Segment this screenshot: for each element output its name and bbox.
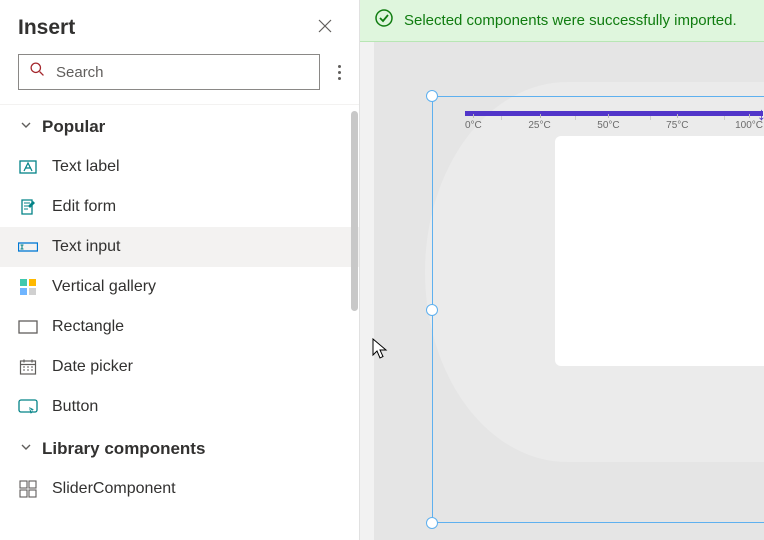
resize-handle-tl[interactable] <box>426 90 438 102</box>
component-icon <box>18 479 38 499</box>
tick-label: 50°C <box>597 120 619 131</box>
item-slider-component[interactable]: SliderComponent <box>0 469 359 509</box>
item-vertical-gallery[interactable]: Vertical gallery <box>0 267 359 307</box>
resize-handle-ml[interactable] <box>426 304 438 316</box>
section-label: Library components <box>42 439 205 459</box>
text-label-icon <box>18 157 38 177</box>
item-text-input[interactable]: Text input <box>0 227 359 267</box>
rectangle-icon <box>18 317 38 337</box>
edit-form-icon <box>18 197 38 217</box>
item-label: Vertical gallery <box>52 278 156 296</box>
chevron-down-icon <box>20 440 32 458</box>
vertical-gallery-icon <box>18 277 38 297</box>
section-library[interactable]: Library components <box>0 427 359 469</box>
chevron-down-icon <box>20 118 32 136</box>
item-label: Rectangle <box>52 318 124 336</box>
section-label: Popular <box>42 117 105 137</box>
item-label: SliderComponent <box>52 480 176 498</box>
tick-label: 75°C <box>666 120 688 131</box>
mouse-cursor-icon <box>372 338 390 365</box>
success-banner: Selected components were successfully im… <box>360 0 764 42</box>
tick-label: 100°C <box>735 120 763 131</box>
scrollbar[interactable] <box>351 111 358 311</box>
item-label: Date picker <box>52 358 133 376</box>
success-check-icon <box>374 8 394 33</box>
item-edit-form[interactable]: Edit form <box>0 187 359 227</box>
item-label: Text input <box>52 238 120 256</box>
insert-list: Popular Text label Edit form Text input <box>0 104 359 540</box>
text-input-icon <box>18 237 38 257</box>
date-picker-icon <box>18 357 38 377</box>
item-date-picker[interactable]: Date picker <box>0 347 359 387</box>
slider-component-preview: ↓ 0°C 25°C 50°C 75°C 100°C <box>465 111 763 131</box>
search-icon <box>29 61 46 83</box>
search-input[interactable] <box>56 64 309 81</box>
search-box[interactable] <box>18 54 320 90</box>
item-rectangle[interactable]: Rectangle <box>0 307 359 347</box>
canvas-area[interactable]: Selected components were successfully im… <box>360 0 764 540</box>
item-button[interactable]: Button <box>0 387 359 427</box>
banner-message: Selected components were successfully im… <box>404 12 737 29</box>
resize-handle-bl[interactable] <box>426 517 438 529</box>
selection-rect[interactable]: ↓ 0°C 25°C 50°C 75°C 100°C <box>432 96 764 523</box>
section-popular[interactable]: Popular <box>0 105 359 147</box>
tick-label: 0°C <box>465 120 482 131</box>
item-text-label[interactable]: Text label <box>0 147 359 187</box>
button-icon <box>18 397 38 417</box>
insert-panel: Insert Popular Text label <box>0 0 360 540</box>
item-label: Edit form <box>52 198 116 216</box>
item-label: Button <box>52 398 98 416</box>
item-label: Text label <box>52 158 120 176</box>
tick-label: 25°C <box>528 120 550 131</box>
more-options-button[interactable] <box>338 65 341 80</box>
panel-title: Insert <box>18 16 75 40</box>
close-icon[interactable] <box>317 18 337 38</box>
